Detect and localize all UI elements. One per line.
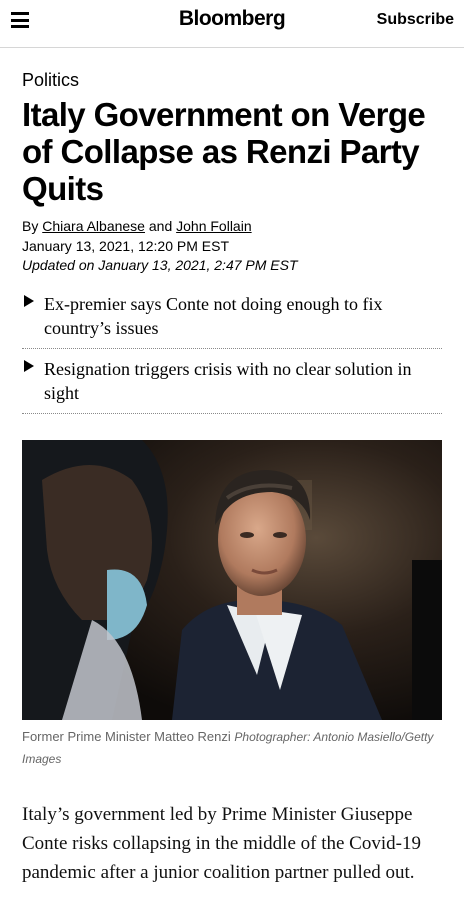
byline-conjunction: and: [148, 218, 173, 234]
top-navigation-bar: Bloomberg Subscribe: [0, 0, 464, 48]
article-headline: Italy Government on Verge of Collapse as…: [22, 96, 426, 207]
photo-caption: Former Prime Minister Matteo Renzi Photo…: [22, 726, 442, 770]
byline-prefix: By: [22, 218, 39, 234]
abstract-item: Resignation triggers crisis with no clea…: [22, 349, 442, 414]
bullet-triangle-icon: [24, 295, 34, 307]
abstract-text: Ex-premier says Conte not doing enough t…: [44, 294, 383, 338]
lead-photo-illustration: [22, 440, 442, 720]
section-kicker[interactable]: Politics: [22, 70, 79, 91]
lead-photo[interactable]: [22, 440, 442, 720]
updated-date: Updated on January 13, 2021, 2:47 PM EST: [22, 257, 298, 273]
author-link-albanese[interactable]: Chiara Albanese: [42, 218, 145, 234]
abstract-text: Resignation triggers crisis with no clea…: [44, 359, 412, 403]
article-abstract: Ex-premier says Conte not doing enough t…: [22, 284, 442, 414]
abstract-item: Ex-premier says Conte not doing enough t…: [22, 284, 442, 349]
updated-prefix: Updated on: [22, 257, 95, 273]
published-date: January 13, 2021, 12:20 PM EST: [22, 238, 230, 254]
byline: By Chiara Albanese and John Follain: [22, 218, 252, 234]
article-body-paragraph: Italy’s government led by Prime Minister…: [22, 804, 421, 883]
caption-text: Former Prime Minister Matteo Renzi: [22, 729, 231, 744]
bullet-triangle-icon: [24, 360, 34, 372]
subscribe-button[interactable]: Subscribe: [377, 11, 454, 29]
author-link-follain[interactable]: John Follain: [176, 218, 252, 234]
updated-timestamp: January 13, 2021, 2:47 PM EST: [98, 257, 298, 273]
